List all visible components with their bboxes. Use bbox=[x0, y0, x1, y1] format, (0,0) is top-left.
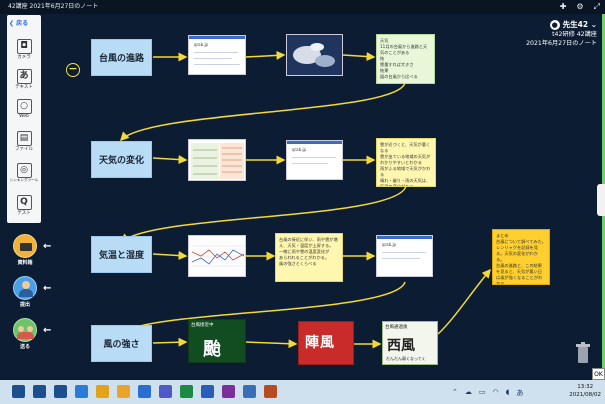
label-typhoon-path[interactable]: 台風の進路 bbox=[91, 39, 152, 76]
user-info: ● 先生42 ⌄ t42研修 42講座 2021年6月27日のノート bbox=[526, 20, 597, 48]
note-card[interactable]: 天気 11月の台風から進路と天気のことがある 結 雲量すれば大きさ 結果 図の台… bbox=[376, 34, 435, 84]
settings-icon[interactable]: ⚙ bbox=[576, 0, 583, 14]
note-canvas[interactable]: − 台風の進路 qrab.jp 天気 11月の台風から進路と天気のことがある 結… bbox=[0, 14, 605, 380]
material-box-button[interactable]: 資料箱 ← bbox=[9, 234, 51, 266]
onenote-icon[interactable] bbox=[222, 385, 235, 398]
app-icon[interactable] bbox=[243, 385, 256, 398]
file-icon: ▤ bbox=[16, 131, 32, 146]
text-button[interactable]: あテキスト bbox=[9, 69, 39, 90]
wifi-icon[interactable]: ◠ bbox=[493, 388, 499, 398]
ime-indicator[interactable]: あ bbox=[516, 388, 523, 398]
volume-icon[interactable]: ◖ bbox=[506, 388, 510, 398]
user-menu[interactable]: ● 先生42 ⌄ bbox=[526, 20, 597, 30]
note-card[interactable]: 雲が近づくと、天気が悪くなる 雲が出ている地域の天気がわかりやすいとわかる 雨が… bbox=[376, 138, 436, 187]
web-button[interactable]: ○ Web bbox=[9, 99, 39, 119]
satellite-image bbox=[287, 35, 342, 75]
system-tray: ⌃ ☁ ▭ ◠ ◖ あ bbox=[452, 388, 523, 398]
side-panel-handle[interactable] bbox=[597, 184, 605, 216]
arrow-left-icon: ← bbox=[43, 325, 52, 336]
blackboard-card[interactable]: 台風接近中 颱 bbox=[188, 319, 246, 363]
taskbar-apps bbox=[12, 385, 277, 398]
web-icon: ○ bbox=[16, 99, 32, 114]
doc-card-title: qrab.jp bbox=[382, 242, 397, 247]
satellite-image-card[interactable] bbox=[286, 34, 343, 76]
doc-card-title: qrab.jp bbox=[292, 147, 307, 152]
doc-card[interactable]: qrab.jp bbox=[376, 235, 433, 277]
tool-sidebar: ❮ 戻る ◘ カメラ あテキスト ○ Web ▤ ファイル ◎ シンキングツール Q テス… bbox=[7, 15, 41, 223]
label-weather-change[interactable]: 天気の変化 bbox=[91, 141, 152, 178]
chart-card[interactable] bbox=[188, 235, 246, 277]
user-icon: ● bbox=[549, 20, 560, 30]
clock[interactable]: 13:32 2021/08/02 bbox=[569, 383, 601, 399]
screen: 42講座 2021年6月27日のノート ✚ ⚙ ⤢ − 台風の進路 qrab.j… bbox=[0, 0, 605, 404]
fullscreen-icon[interactable]: ⤢ bbox=[594, 0, 600, 14]
data-table-card[interactable] bbox=[188, 139, 246, 181]
taskbar: ⌃ ☁ ▭ ◠ ◖ あ 13:32 2021/08/02 bbox=[0, 380, 605, 404]
submit-button[interactable]: 提出 ← bbox=[9, 276, 51, 308]
test-icon: Q bbox=[16, 195, 32, 210]
explorer-icon[interactable] bbox=[117, 385, 130, 398]
handwritten-card[interactable]: 台風通過後 西風 だんだん弱くなってく bbox=[382, 321, 438, 365]
text-icon: あ bbox=[16, 69, 32, 84]
summary-card[interactable]: まとめ 台風について調べてみた。レンリャクを記録を見る。天気の変化がわかる。 台… bbox=[492, 229, 550, 285]
red-card-glyph: 陣風 bbox=[305, 335, 335, 351]
line-chart-thumbnail bbox=[191, 245, 245, 267]
doc-card[interactable]: qrab.jp bbox=[188, 35, 246, 75]
window-title: 42講座 2021年6月27日のノート bbox=[8, 3, 99, 10]
cloud-icon[interactable]: ☁ bbox=[465, 388, 472, 398]
chrome-icon[interactable] bbox=[96, 385, 109, 398]
teams-icon[interactable] bbox=[159, 385, 172, 398]
send-icon bbox=[13, 318, 37, 342]
chevron-up-icon[interactable]: ⌃ bbox=[452, 388, 458, 398]
note-app-icon[interactable] bbox=[264, 385, 277, 398]
back-button[interactable]: ❮ 戻る bbox=[9, 18, 28, 27]
blackboard-glyph: 颱 bbox=[203, 339, 221, 360]
trash-icon[interactable] bbox=[575, 342, 591, 364]
blackboard-title: 台風接近中 bbox=[191, 323, 214, 328]
chevron-down-icon: ⌄ bbox=[590, 20, 597, 29]
thinking-tool-button[interactable]: ◎ シンキングツール bbox=[9, 163, 39, 183]
label-wind-strength[interactable]: 風の強さ bbox=[91, 325, 152, 362]
camera-button[interactable]: ◘ カメラ bbox=[9, 39, 39, 60]
pin-icon[interactable]: ✚ bbox=[560, 0, 567, 14]
send-button[interactable]: 送る ← bbox=[9, 318, 51, 350]
doc-card[interactable]: qrab.jp bbox=[286, 140, 343, 180]
task-view-icon[interactable] bbox=[54, 385, 67, 398]
ok-button[interactable]: OK bbox=[592, 368, 605, 380]
submit-icon bbox=[13, 276, 37, 300]
excel-icon[interactable] bbox=[180, 385, 193, 398]
arrow-left-icon: ← bbox=[43, 283, 52, 294]
battery-icon[interactable]: ▭ bbox=[479, 388, 486, 398]
data-table-thumbnail bbox=[191, 143, 244, 179]
note-card[interactable]: 台風の接近に伴い、雨や雲が増え、天気・温度が上昇する。 一緒に雨や雲の温度変化が… bbox=[275, 233, 343, 282]
search-icon[interactable] bbox=[33, 385, 46, 398]
test-button[interactable]: Q テスト bbox=[9, 195, 39, 216]
handwritten-glyph: 西風 bbox=[387, 338, 415, 354]
camera-icon: ◘ bbox=[16, 39, 32, 54]
file-button[interactable]: ▤ ファイル bbox=[9, 131, 39, 152]
handwritten-sub: だんだん弱くなってく bbox=[386, 356, 426, 361]
doc-card-title: qrab.jp bbox=[194, 42, 209, 47]
store-icon[interactable] bbox=[138, 385, 151, 398]
edge-icon[interactable] bbox=[75, 385, 88, 398]
label-temp-humidity[interactable]: 気温と湿度 bbox=[91, 236, 152, 273]
arrow-left-icon: ← bbox=[43, 241, 52, 252]
handwritten-title: 台風通過後 bbox=[385, 325, 408, 330]
red-card[interactable]: 陣風 bbox=[298, 321, 354, 365]
material-box-icon bbox=[13, 234, 37, 258]
thinking-tool-icon: ◎ bbox=[16, 163, 32, 178]
word-icon[interactable] bbox=[201, 385, 214, 398]
collapse-icon[interactable]: − bbox=[66, 63, 80, 77]
title-bar: 42講座 2021年6月27日のノート ✚ ⚙ ⤢ bbox=[0, 0, 605, 14]
start-button[interactable] bbox=[12, 385, 25, 398]
note-title: 2021年6月27日のノート bbox=[526, 40, 597, 47]
class-name: t42研修 42講座 bbox=[552, 31, 597, 38]
